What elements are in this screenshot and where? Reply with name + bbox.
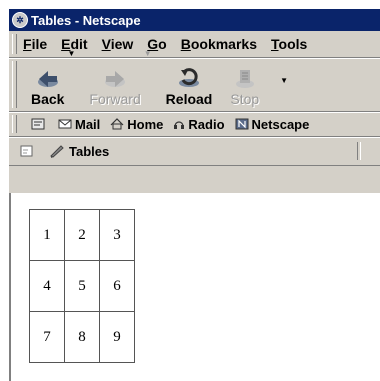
personal-toolbar: Mail Home Radio Netscape (9, 112, 380, 137)
home-label: Home (127, 116, 164, 132)
table-cell: 7 (29, 311, 65, 363)
reload-button[interactable]: Reload (165, 67, 213, 107)
window-title: Tables - Netscape (31, 12, 141, 28)
home-icon (110, 118, 124, 130)
tab-bar: Tables (9, 137, 380, 166)
netscape-label: Netscape (251, 116, 310, 132)
home-link[interactable]: Home (110, 117, 163, 132)
mail-link[interactable]: Mail (58, 117, 100, 132)
table-row: 7 8 9 (29, 311, 135, 363)
stop-button[interactable]: Stop (230, 67, 259, 107)
more-dropdown[interactable]: ▼ (280, 76, 288, 85)
tab-tables[interactable]: Tables (49, 144, 109, 159)
menu-bookmarks[interactable]: Bookmarks (181, 36, 257, 52)
mail-label: Mail (75, 116, 101, 132)
table-cell: 2 (64, 209, 100, 261)
navbar-grip[interactable] (12, 61, 17, 108)
menu-file[interactable]: File (23, 36, 47, 52)
stop-icon (234, 67, 256, 89)
new-tab-icon[interactable] (19, 144, 35, 158)
tab-label: Tables (69, 143, 110, 159)
netscape-icon (235, 118, 249, 130)
radio-icon (173, 118, 185, 130)
radio-label: Radio (188, 116, 225, 132)
table-cell: 4 (29, 260, 65, 312)
browser-window: ✲ Tables - Netscape File Edit View Go Bo… (8, 8, 380, 381)
tab-icon (49, 144, 65, 158)
back-dropdown[interactable]: ▼ (67, 49, 75, 58)
table-row: 4 5 6 (29, 260, 135, 312)
back-button[interactable]: Back (31, 67, 64, 107)
numbers-table: 1 2 3 4 5 6 7 8 9 (29, 209, 135, 363)
stop-label: Stop (230, 91, 260, 107)
reload-icon (176, 67, 202, 89)
navigation-toolbar: Back ▼ Forward ▼ Reload Stop ▼ (9, 49, 380, 112)
reload-label: Reload (165, 91, 213, 107)
menu-view[interactable]: View (102, 36, 134, 52)
menu-tools[interactable]: Tools (271, 36, 307, 52)
netscape-link[interactable]: Netscape (235, 116, 310, 132)
forward-dropdown[interactable]: ▼ (144, 49, 152, 58)
tab-separator (357, 142, 361, 160)
forward-label: Forward (89, 91, 141, 107)
netscape-app-icon[interactable]: ✲ (12, 12, 28, 28)
back-icon (35, 67, 61, 89)
table-cell: 5 (64, 260, 100, 312)
table-cell: 9 (99, 311, 135, 363)
forward-button[interactable]: Forward (89, 67, 141, 107)
radio-link[interactable]: Radio (173, 116, 225, 132)
menu-bar: File Edit View Go Bookmarks Tools (9, 31, 380, 58)
title-bar: ✲ Tables - Netscape (9, 9, 380, 31)
page-content: 1 2 3 4 5 6 7 8 9 (9, 193, 380, 381)
table-cell: 6 (99, 260, 135, 312)
table-cell: 8 (64, 311, 100, 363)
menu-grip[interactable] (12, 34, 17, 54)
forward-icon (102, 67, 128, 89)
table-cell: 3 (99, 209, 135, 261)
bookmarks-icon (31, 118, 45, 130)
mail-icon (58, 118, 72, 130)
table-row: 1 2 3 (29, 209, 135, 261)
personalbar-grip[interactable] (12, 115, 17, 133)
bookmarks-button[interactable] (31, 118, 48, 130)
back-label: Back (31, 91, 65, 107)
table-cell: 1 (29, 209, 65, 261)
